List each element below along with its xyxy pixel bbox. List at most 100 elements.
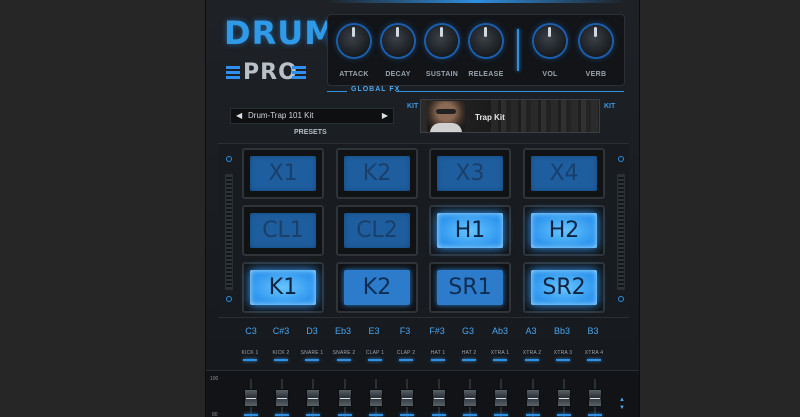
drum-pro-plugin: DRUM PRO ATTACK DECAY SUSTAIN RELEASE VO…: [205, 0, 640, 417]
fader-kick-2[interactable]: [275, 379, 289, 417]
kit-display[interactable]: Trap Kit: [420, 99, 600, 133]
left-side-slider[interactable]: [225, 174, 233, 290]
fader-xtra-3[interactable]: [557, 379, 571, 417]
attack-knob[interactable]: [338, 25, 370, 57]
pad-12[interactable]: SR2: [523, 262, 605, 313]
fader-snare-1[interactable]: [306, 379, 320, 417]
preset-selector[interactable]: ◀ Drum-Trap 101 Kit ▶: [230, 108, 394, 124]
channel-clap-1[interactable]: CLAP 1: [359, 350, 391, 361]
pad-1[interactable]: X1: [242, 148, 324, 199]
sustain-label: SUSTAIN: [425, 71, 459, 78]
reverb-knob[interactable]: [580, 25, 612, 57]
pad-4[interactable]: X4: [523, 148, 605, 199]
logo-bars-right-icon: [292, 66, 306, 80]
release-knob[interactable]: [470, 25, 502, 57]
channel-snare-2[interactable]: SNARE 2: [328, 350, 360, 361]
pad-7[interactable]: H1: [429, 205, 511, 256]
right-side-slider[interactable]: [617, 174, 625, 290]
channel-label: HAT 2: [461, 350, 477, 356]
channel-label: CLAP 2: [396, 350, 416, 356]
decay-label: DECAY: [385, 71, 411, 78]
pad-11[interactable]: SR1: [429, 262, 511, 313]
pad-label: K2: [344, 270, 410, 305]
mixer-scroll[interactable]: ▲ ▼: [619, 396, 625, 412]
envelope-knob-panel: ATTACK DECAY SUSTAIN RELEASE VOL VERB: [327, 14, 625, 86]
kit-side-label-right: KIT: [604, 103, 616, 110]
note-label: G3: [461, 326, 474, 336]
fader-clap-1[interactable]: [369, 379, 383, 417]
channel-xtra-4[interactable]: XTRA 4: [578, 350, 610, 361]
scroll-up-icon[interactable]: ▲: [619, 396, 625, 404]
volume-knob[interactable]: [534, 25, 566, 57]
note-label: B3: [587, 326, 599, 336]
channel-clap-2[interactable]: CLAP 2: [390, 350, 422, 361]
fader-xtra-2[interactable]: [526, 379, 540, 417]
scroll-down-icon[interactable]: ▼: [619, 404, 625, 412]
mixer-scale-top: 100: [210, 376, 219, 382]
logo-bars-left-icon: [226, 66, 240, 80]
pad-label: X1: [250, 156, 316, 191]
global-fx-line-left: [327, 91, 347, 92]
pad-5[interactable]: CL1: [242, 205, 324, 256]
pad-label: K1: [250, 270, 316, 305]
note-label: A3: [525, 326, 537, 336]
pad-label: K2: [344, 156, 410, 191]
channel-hat-1[interactable]: HAT 1: [422, 350, 454, 361]
note-row: C3 C#3 D3 Eb3 E3 F3 F#3 G3 Ab3 A3 Bb3 B3: [238, 326, 606, 340]
channel-label: CLAP 1: [365, 350, 385, 356]
note-label: F3: [399, 326, 411, 336]
pad-label: X4: [531, 156, 597, 191]
preset-value: Drum-Trap 101 Kit: [248, 111, 314, 120]
left-bottom-dot: [226, 296, 232, 302]
pad-label: H2: [531, 213, 597, 248]
global-fx-line-right: [396, 91, 624, 92]
channel-label: XTRA 3: [553, 350, 573, 356]
channel-kick-1[interactable]: KICK 1: [234, 350, 266, 361]
note-label: E3: [368, 326, 380, 336]
fader-clap-2[interactable]: [400, 379, 414, 417]
kit-artist-image: [427, 101, 465, 132]
channel-xtra-1[interactable]: XTRA 1: [484, 350, 516, 361]
note-label: Bb3: [553, 326, 570, 336]
fader-hat-2[interactable]: [463, 379, 477, 417]
mixer-scale-bottom: 80: [212, 412, 218, 417]
pad-6[interactable]: CL2: [336, 205, 418, 256]
note-label: C#3: [272, 326, 290, 336]
channel-xtra-2[interactable]: XTRA 2: [516, 350, 548, 361]
pad-label: X3: [437, 156, 503, 191]
preset-next-icon[interactable]: ▶: [382, 109, 388, 123]
fader-snare-2[interactable]: [338, 379, 352, 417]
channel-label: XTRA 4: [584, 350, 604, 356]
pad-2[interactable]: K2: [336, 148, 418, 199]
kit-name: Trap Kit: [475, 113, 505, 122]
kit-side-label-left: KIT: [407, 103, 419, 110]
fader-xtra-1[interactable]: [494, 379, 508, 417]
note-label: Ab3: [491, 326, 508, 336]
right-top-dot: [618, 156, 624, 162]
pad-3[interactable]: X3: [429, 148, 511, 199]
volume-label: VOL: [542, 71, 558, 78]
note-label: D3: [306, 326, 318, 336]
channel-xtra-3[interactable]: XTRA 3: [547, 350, 579, 361]
channel-kick-2[interactable]: KICK 2: [265, 350, 297, 361]
decay-knob[interactable]: [382, 25, 414, 57]
attack-label: ATTACK: [339, 71, 369, 78]
fader-hat-1[interactable]: [432, 379, 446, 417]
pad-9[interactable]: K1: [242, 262, 324, 313]
pad-label: CL2: [344, 213, 410, 248]
preset-prev-icon[interactable]: ◀: [236, 109, 242, 123]
channel-hat-2[interactable]: HAT 2: [453, 350, 485, 361]
pad-label: SR1: [437, 270, 503, 305]
pad-8[interactable]: H2: [523, 205, 605, 256]
pad-label: H1: [437, 213, 503, 248]
top-accent-line: [326, 0, 626, 3]
channel-snare-1[interactable]: SNARE 1: [296, 350, 328, 361]
sustain-knob[interactable]: [426, 25, 458, 57]
channel-label: KICK 1: [241, 350, 259, 356]
left-top-dot: [226, 156, 232, 162]
fader-kick-1[interactable]: [244, 379, 258, 417]
mixer-section: 100 80: [206, 370, 639, 417]
pad-10[interactable]: K2: [336, 262, 418, 313]
right-bottom-dot: [618, 296, 624, 302]
fader-xtra-4[interactable]: [588, 379, 602, 417]
